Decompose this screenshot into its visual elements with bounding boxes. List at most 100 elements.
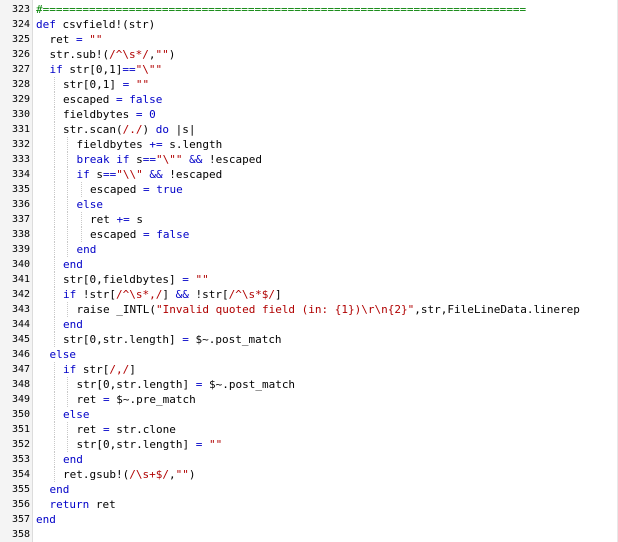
- indent-guide: [53, 152, 55, 167]
- code-line[interactable]: 351 ret = str.clone: [0, 422, 618, 437]
- code-line[interactable]: 345 str[0,str.length] = $~.post_match: [0, 332, 618, 347]
- code-token: s.length: [162, 138, 223, 151]
- code-line[interactable]: 347 if str[/,/]: [0, 362, 618, 377]
- code-line[interactable]: 354 ret.gsub!(/\s+$/,""): [0, 467, 618, 482]
- code-line[interactable]: 350 else: [0, 407, 618, 422]
- code-line[interactable]: 344 end: [0, 317, 618, 332]
- code-token: end: [36, 513, 56, 526]
- line-number: 344: [11, 319, 30, 330]
- code-token: if: [63, 288, 77, 301]
- code-text: if str[/,/]: [63, 362, 136, 377]
- code-token: "\"": [135, 63, 163, 76]
- code-line[interactable]: 325 ret = "": [0, 32, 618, 47]
- code-token: !escaped: [162, 168, 223, 181]
- indent-guide: [53, 92, 55, 107]
- code-line[interactable]: 349 ret = $~.pre_match: [0, 392, 618, 407]
- code-line[interactable]: 329 escaped = false: [0, 92, 618, 107]
- code-text: fieldbytes = 0: [63, 107, 156, 122]
- code-token: 0: [149, 108, 156, 121]
- code-line[interactable]: 353 end: [0, 452, 618, 467]
- code-line[interactable]: 334 if s=="\\" && !escaped: [0, 167, 618, 182]
- code-line[interactable]: 336 else: [0, 197, 618, 212]
- code-line[interactable]: 328 str[0,1] = "": [0, 77, 618, 92]
- code-text: str[0,1] = "": [63, 77, 149, 92]
- code-line[interactable]: 327 if str[0,1]=="\"": [0, 62, 618, 77]
- code-line[interactable]: 337 ret += s: [0, 212, 618, 227]
- code-text: end: [36, 512, 56, 527]
- line-number: 352: [11, 439, 30, 450]
- indent-guide: [53, 257, 55, 272]
- code-text: else: [50, 347, 77, 362]
- indent-guide: [53, 227, 55, 242]
- indent-guide: [53, 212, 55, 227]
- code-token: +=: [149, 138, 163, 151]
- code-token: s: [89, 168, 103, 181]
- indent-guide: [53, 167, 55, 182]
- code-token: false: [156, 228, 190, 241]
- indent-guide: [53, 422, 55, 437]
- code-line[interactable]: 339 end: [0, 242, 618, 257]
- line-number: 329: [11, 94, 30, 105]
- code-line[interactable]: 348 str[0,str.length] = $~.post_match: [0, 377, 618, 392]
- code-line[interactable]: 338 escaped = false: [0, 227, 618, 242]
- code-token: "\"": [156, 153, 183, 166]
- code-token: =: [182, 273, 189, 286]
- code-line[interactable]: 342 if !str[/^\s*,/] && !str[/^\s*$/]: [0, 287, 618, 302]
- code-text: ret = str.clone: [77, 422, 176, 437]
- indent-guide: [53, 137, 55, 152]
- code-token: def: [36, 18, 56, 31]
- code-token: str.sub!(: [49, 48, 110, 61]
- code-token: str[0,str.length]: [76, 438, 196, 451]
- code-token: =: [142, 183, 150, 196]
- line-number: 336: [11, 199, 30, 210]
- code-line[interactable]: 335 escaped = true: [0, 182, 618, 197]
- code-token: ret.gsub!(: [63, 468, 130, 481]
- code-token: false: [129, 93, 163, 106]
- code-token: csvfield!(str): [55, 18, 156, 31]
- code-token: end: [63, 318, 83, 331]
- code-line[interactable]: 340 end: [0, 257, 618, 272]
- code-line[interactable]: 333 break if s=="\"" && !escaped: [0, 152, 618, 167]
- code-token: !escaped: [202, 153, 262, 166]
- code-line[interactable]: 358: [0, 527, 618, 542]
- code-token: "": [208, 438, 223, 451]
- code-token: ,: [168, 468, 176, 481]
- code-editor[interactable]: 323 #====================================…: [0, 0, 618, 542]
- code-line[interactable]: 326 str.sub!(/^\s*/,""): [0, 47, 618, 62]
- code-token: str.clone: [109, 423, 176, 436]
- line-number: 351: [11, 424, 30, 435]
- code-line[interactable]: 356 return ret: [0, 497, 618, 512]
- code-token: ret: [89, 498, 116, 511]
- code-token: =: [142, 228, 150, 241]
- code-line[interactable]: 341 str[0,fieldbytes] = "": [0, 272, 618, 287]
- code-line[interactable]: 352 str[0,str.length] = "": [0, 437, 618, 452]
- code-token: $~.post_match: [202, 378, 296, 391]
- indent-guide: [67, 137, 68, 152]
- code-token: "": [175, 468, 189, 481]
- code-token: str.scan(: [63, 123, 123, 136]
- line-number: 357: [11, 514, 30, 525]
- code-line[interactable]: 355 end: [0, 482, 618, 497]
- code-text: break if s=="\"" && !escaped: [77, 152, 262, 167]
- code-line[interactable]: 330 fieldbytes = 0: [0, 107, 618, 122]
- code-line[interactable]: 324 def csvfield!(str): [0, 17, 618, 32]
- indent-guide: [53, 392, 55, 407]
- code-token: str[: [76, 363, 110, 376]
- line-number: 349: [11, 394, 30, 405]
- indent-guide: [67, 377, 68, 392]
- line-number: 358: [11, 529, 30, 540]
- code-text: def csvfield!(str): [36, 17, 155, 32]
- code-line[interactable]: 323 #====================================…: [0, 2, 618, 17]
- code-line[interactable]: 357 end: [0, 512, 618, 527]
- code-token: $~.pre_match: [109, 393, 196, 406]
- code-token: &&: [175, 288, 189, 301]
- code-line[interactable]: 346 else: [0, 347, 618, 362]
- code-token: s: [129, 213, 143, 226]
- code-line[interactable]: 331 str.scan(/./) do |s|: [0, 122, 618, 137]
- indent-guide: [80, 227, 82, 242]
- code-line[interactable]: 343 raise _INTL("Invalid quoted field (in…: [0, 302, 618, 317]
- code-text: end: [77, 242, 97, 257]
- code-text: ret.gsub!(/\s+$/,""): [63, 467, 195, 482]
- code-line[interactable]: 332 fieldbytes += s.length: [0, 137, 618, 152]
